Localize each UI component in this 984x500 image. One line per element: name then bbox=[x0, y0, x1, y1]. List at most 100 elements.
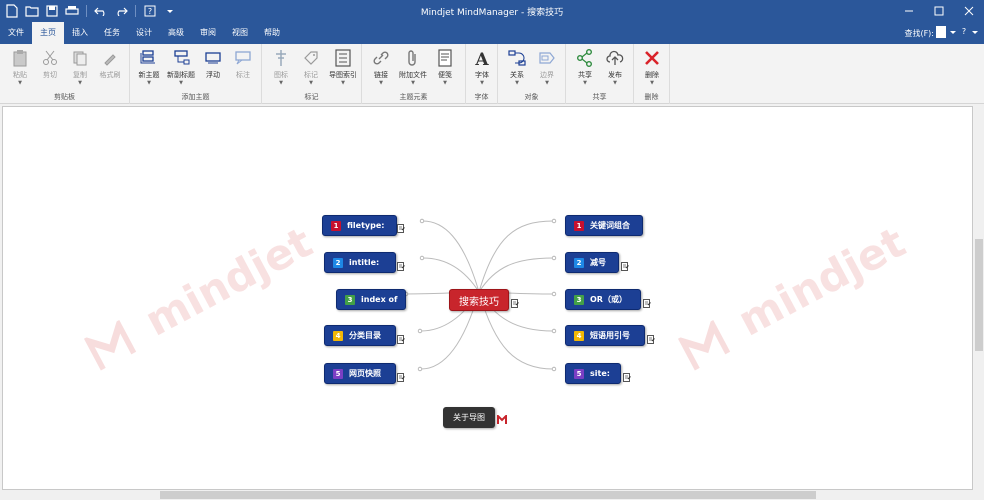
priority-5-icon: 5 bbox=[574, 368, 584, 379]
floating-topic-about-map[interactable]: 关于导图 bbox=[443, 407, 495, 428]
cut-button[interactable]: 剪切 bbox=[33, 48, 67, 80]
new-topic-icon bbox=[139, 48, 159, 68]
attach-file-button[interactable]: 附加文件 ▼ bbox=[396, 48, 430, 86]
tab-home[interactable]: 主页 bbox=[32, 22, 64, 44]
chevron-down-icon: ▼ bbox=[515, 80, 519, 86]
font-button[interactable]: A 字体 ▼ bbox=[465, 48, 499, 86]
note-icon[interactable] bbox=[623, 373, 631, 382]
minimize-icon[interactable] bbox=[894, 0, 924, 22]
map-index-icon bbox=[333, 48, 353, 68]
window-title: Mindjet MindManager - 搜索技巧 bbox=[420, 8, 564, 18]
ribbon-tab-bar: 文件 主页 插入 任务 设计 高级 审阅 视图 帮助 查找(F): ? bbox=[0, 22, 984, 44]
paste-button[interactable]: 粘贴 ▼ bbox=[3, 48, 37, 86]
priority-5-icon: 5 bbox=[333, 368, 343, 379]
group-markers: 图标 ▼ 标记 ▼ 导图索引 ▼ 标记 bbox=[262, 44, 362, 104]
topic-intitle[interactable]: 2 intitle: bbox=[324, 252, 396, 273]
svg-text:?: ? bbox=[962, 27, 966, 36]
topic-label: 网页快照 bbox=[349, 369, 381, 378]
group-label-topic-elements: 主题元素 bbox=[399, 93, 428, 101]
vertical-scrollbar[interactable] bbox=[974, 104, 984, 492]
central-topic[interactable]: 搜索技巧 bbox=[449, 289, 509, 311]
format-painter-button[interactable]: 格式刷 bbox=[93, 48, 127, 80]
close-icon[interactable] bbox=[954, 0, 984, 22]
scissors-icon bbox=[40, 48, 60, 68]
topic-or[interactable]: 3 OR（或） bbox=[565, 289, 641, 310]
topic-site[interactable]: 5 site: bbox=[565, 363, 621, 384]
icon-marker-button[interactable]: 图标 ▼ bbox=[264, 48, 298, 86]
window-controls bbox=[894, 0, 984, 22]
publish-button[interactable]: 发布 ▼ bbox=[598, 48, 632, 86]
brush-icon bbox=[100, 48, 120, 68]
priority-2-icon: 2 bbox=[574, 257, 584, 268]
map-canvas[interactable]: mindjet mindjet 1 filetype: 2 intitle: 3… bbox=[2, 106, 973, 490]
topic-phrase-quotes[interactable]: 4 短语用引号 bbox=[565, 325, 645, 346]
map-index-button[interactable]: 导图索引 ▼ bbox=[326, 48, 360, 86]
delete-button[interactable]: 删除 ▼ bbox=[635, 48, 669, 86]
maximize-icon[interactable] bbox=[924, 0, 954, 22]
new-subtopic-button[interactable]: 新副标题 ▼ bbox=[164, 48, 198, 86]
topic-filetype[interactable]: 1 filetype: bbox=[322, 215, 397, 236]
topic-keyword-combination[interactable]: 1 关键词组合 bbox=[565, 215, 643, 236]
chevron-down-icon: ▼ bbox=[179, 80, 183, 86]
notes-button[interactable]: 便笺 ▼ bbox=[428, 48, 462, 86]
note-icon[interactable] bbox=[647, 335, 655, 344]
topic-label: filetype: bbox=[347, 221, 385, 230]
relation-button[interactable]: 关系 ▼ bbox=[500, 48, 534, 86]
group-label-share: 共享 bbox=[592, 93, 607, 101]
note-icon[interactable] bbox=[397, 335, 405, 344]
chevron-down-icon: ▼ bbox=[309, 80, 313, 86]
chevron-down-icon: ▼ bbox=[583, 80, 587, 86]
note-icon[interactable] bbox=[511, 299, 519, 308]
group-label-objects: 对象 bbox=[524, 93, 539, 101]
topic-category-directory[interactable]: 4 分类目录 bbox=[324, 325, 396, 346]
horizontal-scrollbar[interactable] bbox=[0, 490, 984, 500]
topic-label: 减号 bbox=[590, 258, 606, 267]
link-button[interactable]: 链接 ▼ bbox=[364, 48, 398, 86]
topic-web-snapshot[interactable]: 5 网页快照 bbox=[324, 363, 396, 384]
tab-advanced[interactable]: 高级 bbox=[160, 22, 192, 44]
tab-file[interactable]: 文件 bbox=[0, 22, 32, 44]
topic-index-of[interactable]: 3 index of bbox=[336, 289, 406, 310]
tab-task[interactable]: 任务 bbox=[96, 22, 128, 44]
copy-button[interactable]: 复制 ▼ bbox=[63, 48, 97, 86]
priority-4-icon: 4 bbox=[574, 330, 584, 341]
chevron-down-icon: ▼ bbox=[279, 80, 283, 86]
tag-marker-button[interactable]: 标记 ▼ bbox=[294, 48, 328, 86]
notes-icon bbox=[435, 48, 455, 68]
note-icon[interactable] bbox=[397, 262, 405, 271]
tab-help[interactable]: 帮助 bbox=[256, 22, 288, 44]
note-icon[interactable] bbox=[621, 262, 629, 271]
chevron-down-icon: ▼ bbox=[379, 80, 383, 86]
note-icon[interactable] bbox=[643, 299, 651, 308]
tab-insert[interactable]: 插入 bbox=[64, 22, 96, 44]
priority-2-icon: 2 bbox=[333, 257, 343, 268]
horizontal-scroll-thumb[interactable] bbox=[160, 491, 816, 499]
topic-minus-sign[interactable]: 2 减号 bbox=[565, 252, 619, 273]
tab-view[interactable]: 视图 bbox=[224, 22, 256, 44]
tab-design[interactable]: 设计 bbox=[128, 22, 160, 44]
vertical-scroll-thumb[interactable] bbox=[975, 239, 983, 351]
floating-topic-button[interactable]: 浮动 bbox=[196, 48, 230, 80]
group-label-font: 字体 bbox=[474, 93, 489, 101]
chevron-down-icon[interactable] bbox=[950, 28, 956, 37]
new-topic-button[interactable]: 新主题 ▼ bbox=[132, 48, 166, 86]
find-input[interactable] bbox=[936, 26, 946, 38]
svg-text:A: A bbox=[474, 50, 489, 67]
topic-label: OR（或） bbox=[590, 295, 627, 304]
pin-icon bbox=[271, 48, 291, 68]
note-icon[interactable] bbox=[397, 224, 405, 233]
share-button[interactable]: 共享 ▼ bbox=[568, 48, 602, 86]
note-icon[interactable] bbox=[397, 373, 405, 382]
ribbon-options-icon[interactable] bbox=[972, 28, 978, 37]
ribbon-controls: ? bbox=[936, 26, 978, 38]
chevron-down-icon: ▼ bbox=[545, 80, 549, 86]
help-question-icon[interactable]: ? bbox=[960, 26, 968, 38]
cloud-upload-icon bbox=[605, 48, 625, 68]
map-workspace: mindjet mindjet 1 filetype: 2 intitle: 3… bbox=[0, 104, 984, 500]
tab-review[interactable]: 审阅 bbox=[192, 22, 224, 44]
boundary-button[interactable]: 边界 ▼ bbox=[530, 48, 564, 86]
group-objects: 关系 ▼ 边界 ▼ 对象 bbox=[498, 44, 566, 104]
callout-icon bbox=[233, 48, 253, 68]
callout-button[interactable]: 标注 bbox=[226, 48, 260, 80]
mindjet-logo-icon bbox=[497, 415, 507, 424]
